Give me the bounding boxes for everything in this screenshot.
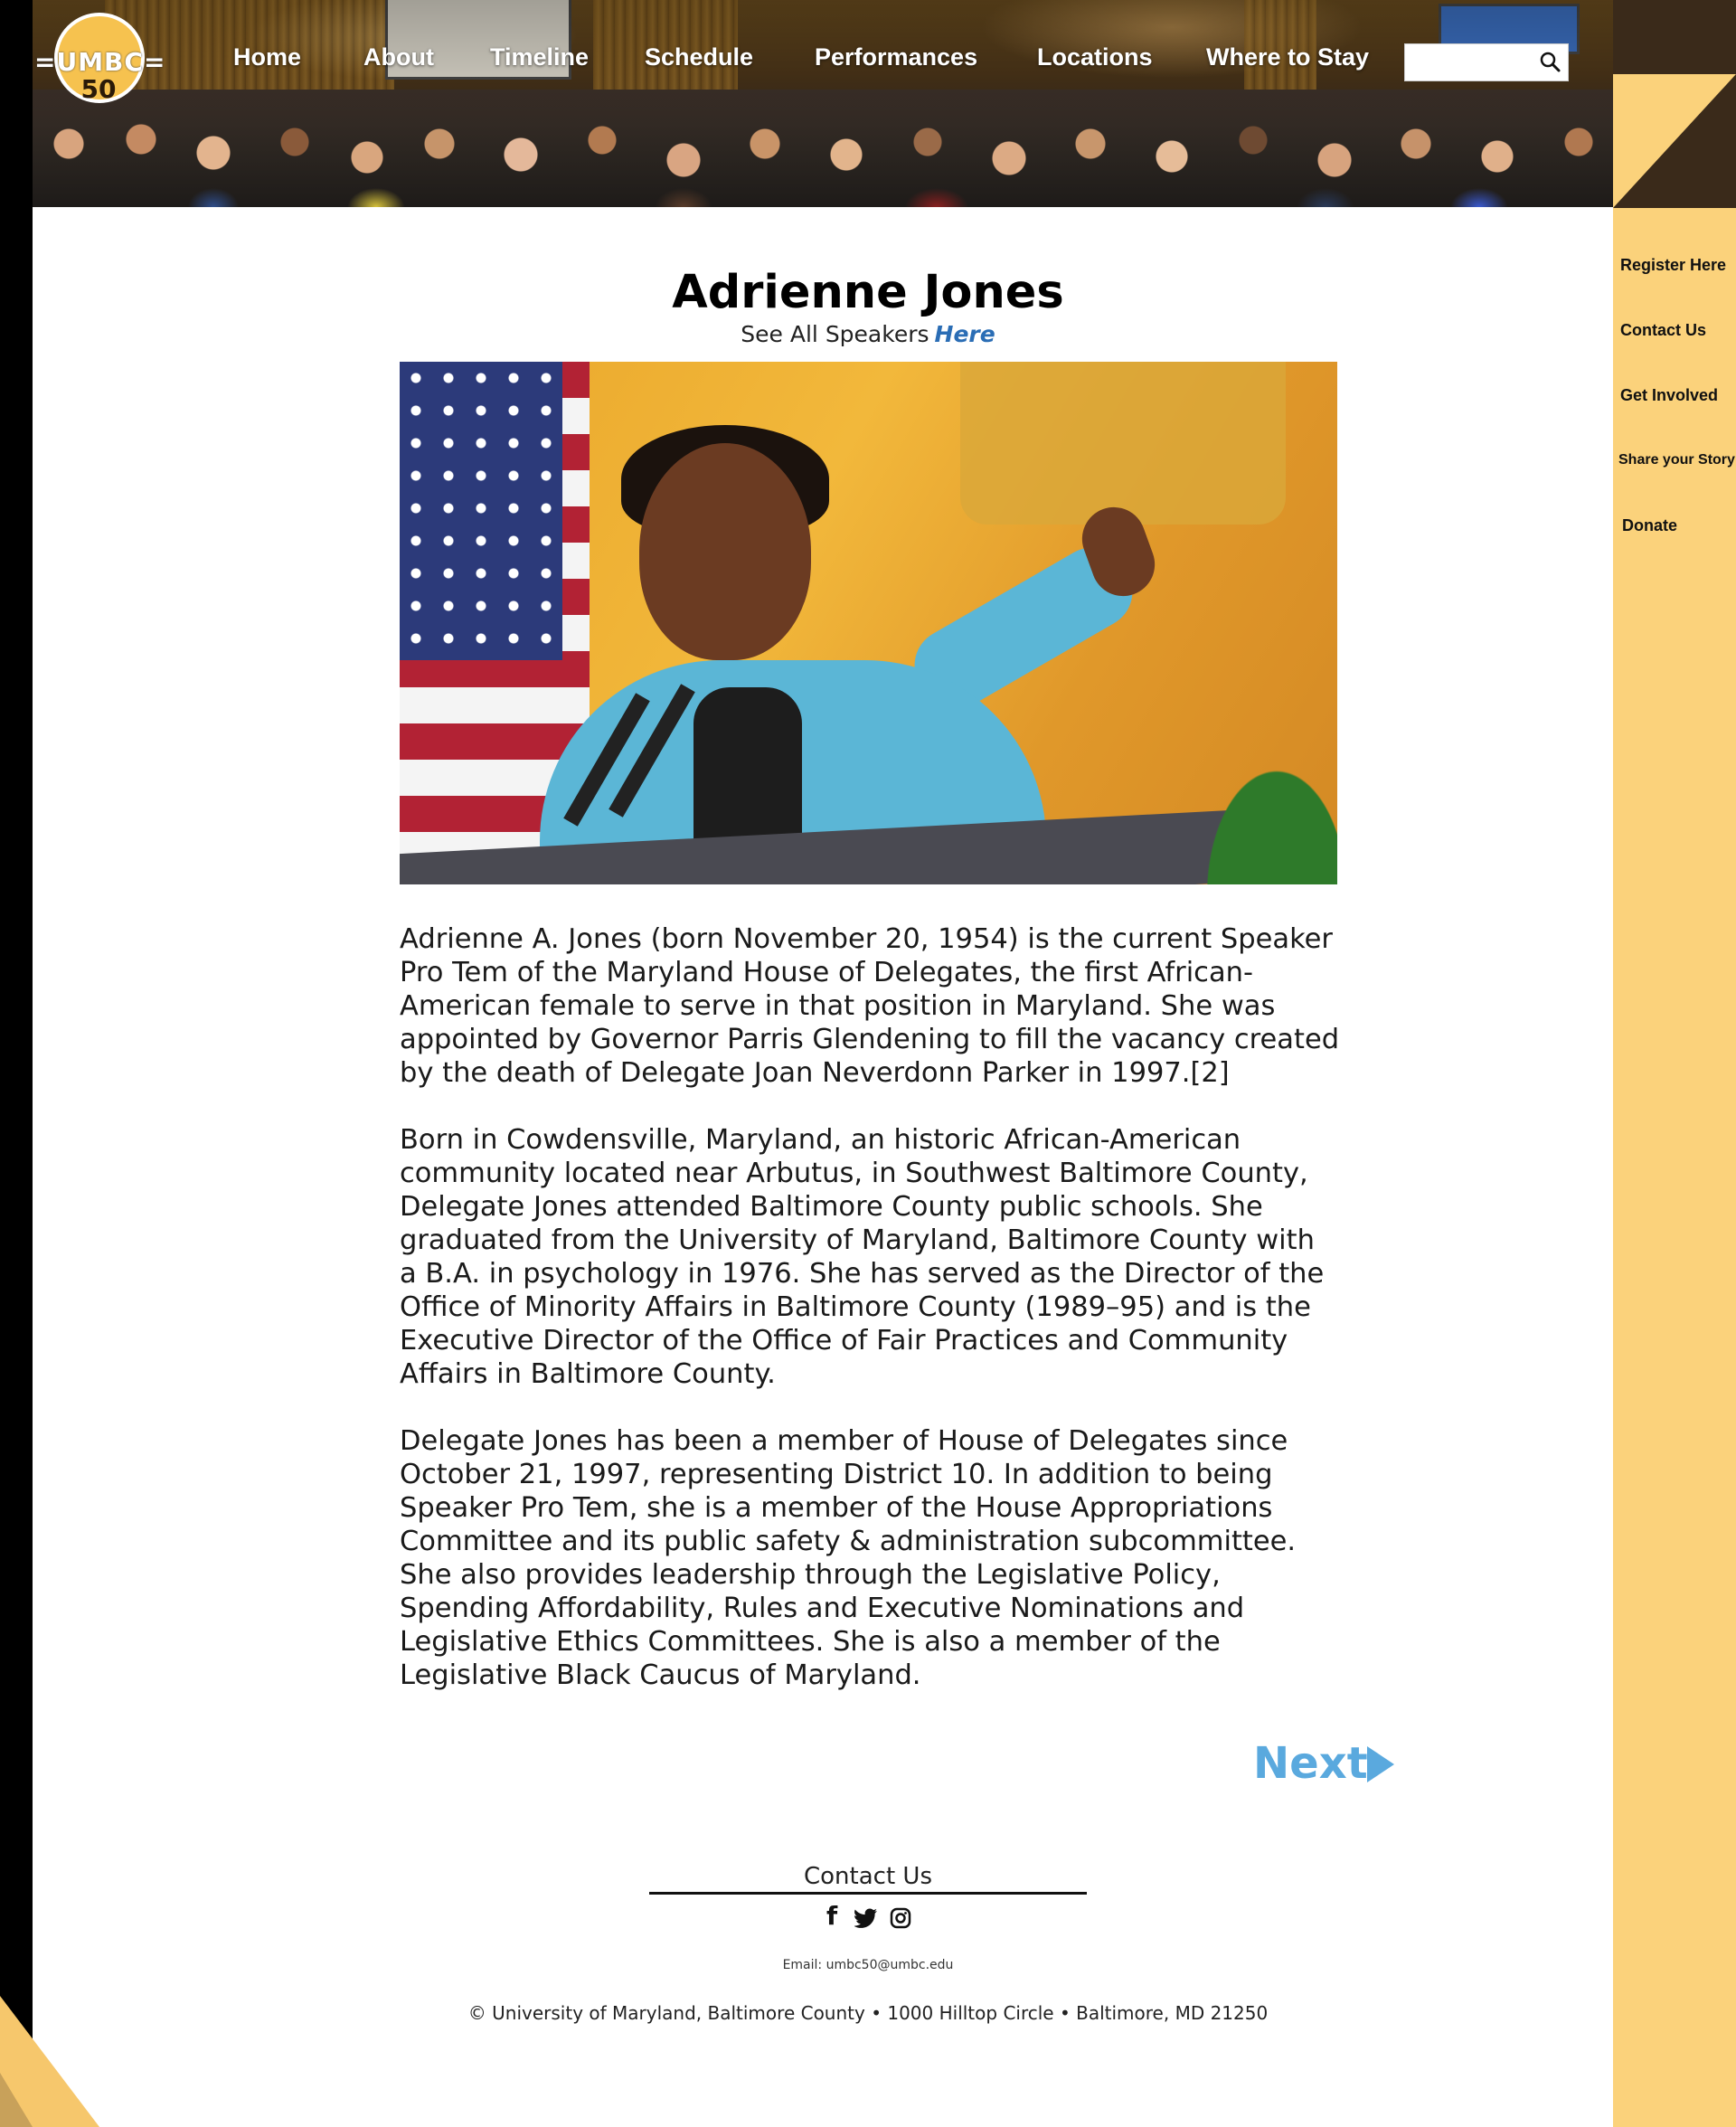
sidebar-get-involved[interactable]: Get Involved [1613, 379, 1736, 444]
umbc50-logo[interactable]: =UMBC= 50 [34, 13, 166, 112]
twitter-icon[interactable] [854, 1905, 878, 1932]
instagram-icon[interactable] [890, 1905, 911, 1932]
next-link[interactable]: Next [1253, 1738, 1368, 1789]
search-icon[interactable] [1539, 51, 1562, 74]
footer-contact-us[interactable]: Contact Us [0, 1863, 1736, 1890]
sidebar-share-your-story[interactable]: Share your Story [1613, 444, 1736, 509]
bio-paragraph: Born in Cowdensville, Maryland, an histo… [400, 1124, 1325, 1390]
logo-text: =UMBC= [34, 47, 166, 77]
next-arrow-icon[interactable] [1367, 1746, 1394, 1782]
speaker-bio: Adrienne A. Jones (born November 20, 195… [400, 922, 1340, 1725]
nav-timeline[interactable]: Timeline [490, 43, 589, 71]
see-all-label: See All Speakers [741, 321, 929, 347]
sidebar-diagonal [1613, 74, 1736, 208]
search-input[interactable] [1405, 44, 1532, 80]
nav-schedule[interactable]: Schedule [645, 43, 753, 71]
bio-paragraph: Delegate Jones has been a member of Hous… [400, 1425, 1297, 1691]
nav-where-to-stay[interactable]: Where to Stay [1206, 43, 1369, 71]
bio-paragraph: Adrienne A. Jones (born November 20, 195… [400, 923, 1340, 1089]
footer-divider [649, 1892, 1087, 1895]
speaker-photo [400, 362, 1337, 884]
nav-performances[interactable]: Performances [815, 43, 977, 71]
sidebar-donate[interactable]: Donate [1613, 509, 1736, 574]
see-all-speakers: See All Speakers Here [0, 321, 1736, 347]
logo-number: 50 [80, 74, 117, 104]
page-title: Adrienne Jones [672, 266, 1064, 319]
nav-locations[interactable]: Locations [1037, 43, 1153, 71]
facebook-icon[interactable]: f [826, 1901, 837, 1931]
search-box [1404, 43, 1569, 81]
nav-home[interactable]: Home [233, 43, 301, 71]
see-all-here-link[interactable]: Here [935, 321, 995, 347]
nav-about[interactable]: About [363, 43, 434, 71]
footer-email[interactable]: Email: umbc50@umbc.edu [0, 1958, 1736, 1972]
footer-address: © University of Maryland, Baltimore Coun… [467, 2002, 1269, 2024]
